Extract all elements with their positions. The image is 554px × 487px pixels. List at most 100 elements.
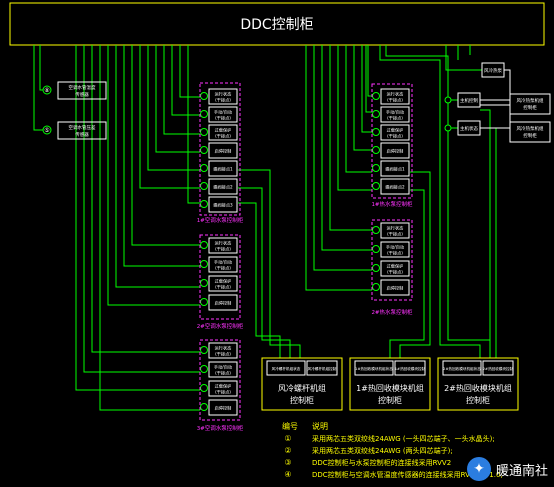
signal-text-group_3F_ac-2-0: 过载保护 bbox=[215, 383, 232, 390]
panel-title-0: 风冷螺杆机组 bbox=[278, 383, 326, 393]
svg-text:控制柜: 控制柜 bbox=[523, 132, 537, 139]
wire-marker-group_3F_ac-1 bbox=[200, 365, 208, 373]
signal-text-group_1F_ac-4-0: 蝶阀接点1 bbox=[213, 166, 233, 173]
signal-text-group_2F_ac-1-0: 手动/自动 bbox=[214, 259, 232, 266]
panel-control-text-1: 1#热回收模块控制 bbox=[395, 366, 426, 371]
wire-marker-group_1F_hw-2 bbox=[372, 128, 380, 136]
chat-bubble-icon: ✦ bbox=[466, 457, 491, 481]
signal-text-group_1F_hw-4-0: 蝶阀接点1 bbox=[385, 166, 405, 173]
wire-bus bbox=[33, 45, 497, 411]
legend-text-2: DDC控制柜与水泵控制柜的连接线采用RVV2 bbox=[312, 458, 451, 467]
wire-marker-group_1F_ac-1 bbox=[200, 110, 208, 118]
pump-group-1-ac: 运行状态(干接点)手动/自动(干接点)过载保护(干接点)启停控制蝶阀接点1蝶阀接… bbox=[200, 88, 238, 213]
signal-text-group_2F_ac-0-1: (干接点) bbox=[215, 246, 231, 253]
wire-marker-group_3F_ac-0 bbox=[200, 346, 208, 354]
pump-group-2-hw: 运行状态(干接点)手动/自动(干接点)过载保护(干接点)启停控制 bbox=[372, 222, 410, 296]
signal-text-group_2F_hw-1-1: (干接点) bbox=[387, 250, 403, 257]
heat-pump-cabinet-box bbox=[509, 93, 551, 115]
svg-text:风冷热泵: 风冷热泵 bbox=[484, 67, 502, 74]
svg-text:控制柜: 控制柜 bbox=[523, 104, 537, 111]
panel-subtitle-2: 控制柜 bbox=[466, 395, 490, 405]
signal-text-group_1F_ac-6-0: 蝶阀接点3 bbox=[213, 202, 233, 209]
legend-text-0: 采用两芯五类双绞线24AWG (一头四芯端子、一头水晶头); bbox=[312, 434, 495, 443]
legend-header-desc: 说明 bbox=[312, 421, 328, 431]
panel-status-text-1: 1#热回收模块机组状态 bbox=[355, 366, 393, 371]
legend-num-0: ① bbox=[284, 434, 291, 443]
signal-text-group_1F_hw-2-0: 过载保护 bbox=[387, 127, 404, 134]
wire-marker-group_1F_hw-5 bbox=[372, 182, 380, 190]
svg-text:⑧: ⑧ bbox=[44, 87, 49, 94]
signal-text-group_1F_ac-0-0: 运行状态 bbox=[215, 91, 232, 98]
watermark-text: 暖通南社 bbox=[495, 463, 548, 479]
wire-marker-group_2F_hw-1 bbox=[372, 245, 380, 253]
wire-marker-group_3F_ac-3 bbox=[200, 403, 208, 411]
wire-marker-group_1F_ac-3 bbox=[200, 146, 208, 154]
wire-marker-group_1F_ac-5 bbox=[200, 182, 208, 190]
panel-title-1: 1#热回收模块机组 bbox=[356, 383, 424, 393]
pump-group-3-ac-label: 3#空调水泵控制柜 bbox=[197, 424, 244, 432]
signal-text-group_2F_hw-2-0: 过载保护 bbox=[387, 263, 404, 270]
wire-marker-group_2F_hw-3 bbox=[372, 283, 380, 291]
wire-marker-group_2F_ac-2 bbox=[200, 279, 208, 287]
signal-text-group_1F_ac-3-0: 启停控制 bbox=[215, 148, 232, 155]
bottom-panels: 风冷螺杆机组状态 风冷螺杆机组控制风冷螺杆机组控制柜1#热回收模块机组状态 1#热回… bbox=[261, 357, 519, 411]
pump-group-2-hw-label: 2#热水泵控制柜 bbox=[371, 308, 413, 316]
signal-text-group_1F_hw-3-0: 启停控制 bbox=[387, 148, 404, 155]
wire-marker-group_1F_hw-0 bbox=[372, 92, 380, 100]
signal-text-group_1F_ac-1-0: 手动/自动 bbox=[214, 109, 232, 116]
svg-text:传感器: 传感器 bbox=[75, 131, 89, 138]
wire-marker-group_1F_hw-1 bbox=[372, 110, 380, 118]
signal-text-group_3F_ac-2-1: (干接点) bbox=[215, 389, 231, 396]
sensor-block-temp: ⑧ 空调水管温度 传感器 bbox=[42, 81, 107, 100]
signal-text-group_2F_ac-2-1: (干接点) bbox=[215, 284, 231, 291]
signal-text-group_2F_hw-2-1: (干接点) bbox=[387, 269, 403, 276]
signal-text-group_2F_hw-0-0: 运行状态 bbox=[387, 225, 404, 232]
panel-subtitle-0: 控制柜 bbox=[290, 395, 314, 405]
signal-text-group_2F_ac-0-0: 运行状态 bbox=[215, 240, 232, 247]
pump-group-2-ac: 运行状态(干接点)手动/自动(干接点)过载保护(干接点)启停控制 bbox=[200, 237, 238, 311]
signal-text-group_1F_hw-0-0: 运行状态 bbox=[387, 91, 404, 98]
pump-group-1-ac-label: 1#空调水泵控制柜 bbox=[197, 216, 244, 224]
wire-marker-group_1F_hw-3 bbox=[372, 146, 380, 154]
signal-text-group_2F_ac-2-0: 过载保护 bbox=[215, 278, 232, 285]
panel-control-text-2: 2#热回收模块控制 bbox=[483, 366, 514, 371]
wire-marker-group_1F_ac-2 bbox=[200, 128, 208, 136]
signal-text-group_2F_ac-3-0: 启停控制 bbox=[215, 300, 232, 307]
svg-text:⑤: ⑤ bbox=[44, 127, 49, 134]
svg-text:主机状态: 主机状态 bbox=[460, 125, 478, 132]
svg-text:空调水管温度: 空调水管温度 bbox=[69, 84, 96, 91]
wire-marker-group_1F_hw-4 bbox=[372, 164, 380, 172]
signal-text-group_3F_ac-3-0: 启停控制 bbox=[215, 405, 232, 412]
pump-group-1-hw-label: 1#热水泵控制柜 bbox=[371, 200, 413, 208]
signal-text-group_1F_ac-5-0: 蝶阀接点2 bbox=[213, 184, 233, 191]
signal-text-group_1F_ac-2-1: (干接点) bbox=[215, 133, 231, 140]
watermark: ✦ 暖通南社 bbox=[466, 457, 548, 481]
signal-text-group_1F_ac-0-1: (干接点) bbox=[215, 97, 231, 104]
signal-text-group_2F_hw-0-1: (干接点) bbox=[387, 231, 403, 238]
svg-text:传感器: 传感器 bbox=[75, 91, 89, 98]
ddc-cabinet-title: DDC控制柜 bbox=[240, 17, 313, 33]
panel-title-2: 2#热回收模块机组 bbox=[444, 383, 512, 393]
signal-text-group_2F_ac-1-1: (干接点) bbox=[215, 265, 231, 272]
heat-pump-section: 风冷热泵 主机控制 主机状态 风冷热泵机组 控制柜 风冷热泵机组 控制柜 bbox=[444, 62, 551, 143]
wire-marker-group_3F_ac-2 bbox=[200, 384, 208, 392]
wire-marker-group_2F_hw-2 bbox=[372, 264, 380, 272]
panel-status-text-0: 风冷螺杆机组状态 bbox=[272, 366, 301, 371]
wire-marker-group_1F_ac-4 bbox=[200, 164, 208, 172]
signal-text-group_1F_hw-5-0: 蝶阀接点2 bbox=[385, 184, 405, 191]
panel-subtitle-1: 控制柜 bbox=[378, 395, 402, 405]
pump-group-1-hw: 运行状态(干接点)手动/自动(干接点)过载保护(干接点)启停控制蝶阀接点1蝶阀接… bbox=[372, 88, 410, 195]
wire-marker-group_2F_ac-1 bbox=[200, 260, 208, 268]
svg-text:主机控制: 主机控制 bbox=[460, 97, 478, 104]
signal-text-group_1F_hw-1-0: 手动/自动 bbox=[386, 109, 404, 116]
signal-text-group_1F_hw-2-1: (干接点) bbox=[387, 133, 403, 140]
legend-num-3: ④ bbox=[284, 470, 291, 479]
pump-group-2-ac-label: 2#空调水泵控制柜 bbox=[197, 322, 244, 330]
legend-text-1: 采用两芯五类双绞线24AWG (两头四芯端子); bbox=[312, 446, 453, 455]
signal-text-group_3F_ac-0-0: 运行状态 bbox=[215, 345, 232, 352]
control-wiring-diagram: DDC控制柜 ⑧ 空调水管温度 传感器 ⑤ 空调水管压差 传感器 运行状态(干接… bbox=[9, 2, 551, 479]
sensor-block-pressure: ⑤ 空调水管压差 传感器 bbox=[42, 121, 107, 140]
signal-text-group_1F_hw-1-1: (干接点) bbox=[387, 115, 403, 122]
legend-header-num: 编号 bbox=[282, 421, 298, 431]
pump-group-3-ac: 运行状态(干接点)手动/自动(干接点)过载保护(干接点)启停控制 bbox=[200, 342, 238, 416]
